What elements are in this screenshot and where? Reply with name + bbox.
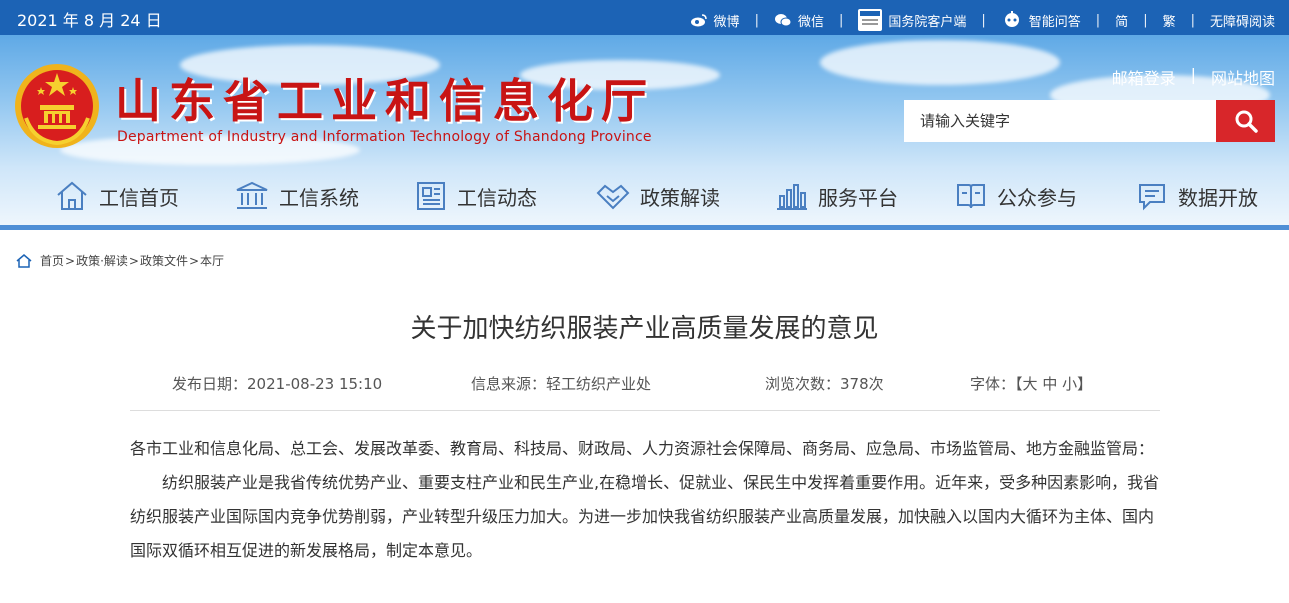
robot-icon [1004, 11, 1019, 27]
search-input[interactable] [904, 100, 1216, 142]
site-banner: 山东省工业和信息化厅 Department of Industry and In… [0, 35, 1289, 225]
top-links: 微博 | 微信 | 国务院客户端 | 智能问答 | 简 | 繁 | 无障碍阅读 [690, 9, 1275, 31]
nav-item-home[interactable]: 工信首页 [55, 175, 179, 217]
wechat-link[interactable]: 微信 [774, 11, 824, 30]
font-size-large[interactable]: 大 [1023, 375, 1038, 393]
state-council-app-icon [858, 9, 883, 31]
handshake-icon [596, 184, 630, 210]
search-box [904, 100, 1275, 142]
smart-qa-link[interactable]: 智能问答 [1001, 11, 1081, 30]
nav-item-service[interactable]: 服务平台 [776, 175, 898, 217]
nav-item-label: 服务平台 [818, 185, 898, 210]
nav-item-open-data[interactable]: 数据开放 [1136, 175, 1258, 217]
weibo-link[interactable]: 微博 [690, 11, 740, 30]
breadcrumb-policy[interactable]: 政策·解读 [76, 252, 128, 269]
font-size-medium[interactable]: 中 [1042, 375, 1057, 393]
view-count-label: 浏览次数： [765, 375, 841, 393]
nav-item-label: 公众参与 [997, 185, 1077, 210]
book-icon [957, 184, 985, 209]
separator: | [1095, 12, 1101, 28]
font-size-bracket: 【 [1015, 375, 1023, 393]
message-icon [1139, 184, 1165, 211]
font-size-label: 字体： [970, 375, 1016, 393]
site-subtitle: Department of Industry and Information T… [117, 129, 652, 145]
view-count: 浏览次数：378次 [765, 373, 884, 394]
news-icon [417, 182, 445, 210]
view-count-value: 378次 [840, 375, 884, 393]
font-size-control: 字体：【大 中 小】 [970, 373, 1092, 394]
article-paragraph: 纺织服装产业是我省传统优势产业、重要支柱产业和民生产业,在稳增长、促就业、保民生… [130, 473, 1160, 560]
font-size-bracket: 】 [1077, 375, 1093, 393]
nav-item-policy[interactable]: 政策解读 [596, 175, 720, 217]
main-nav: 工信首页 工信系统 工信动态 政策解读 服务平台 公众参与 数据开放 [0, 175, 1289, 217]
article-title: 关于加快纺织服装产业高质量发展的意见 [410, 314, 879, 344]
publish-date-label: 发布日期： [172, 375, 248, 393]
info-source: 信息来源：轻工纺织产业处 [471, 373, 651, 394]
site-title: 山东省工业和信息化厅 [115, 74, 655, 128]
info-source-label: 信息来源： [471, 375, 547, 393]
state-council-client-link[interactable]: 国务院客户端 [858, 9, 966, 31]
font-size-small[interactable]: 小 [1062, 375, 1077, 393]
nav-item-news[interactable]: 工信动态 [415, 175, 537, 217]
weibo-icon [690, 14, 707, 27]
nav-item-label: 工信动态 [457, 185, 537, 210]
wechat-icon [774, 14, 792, 27]
home-icon [57, 181, 87, 210]
nav-item-label: 工信首页 [99, 185, 179, 210]
national-emblem-icon [15, 64, 99, 148]
mail-login-link[interactable]: 邮箱登录 [1112, 65, 1176, 89]
breadcrumb-policy-docs[interactable]: 政策文件 [140, 252, 188, 269]
separator: | [754, 12, 759, 28]
breadcrumb-home[interactable]: 首页 [40, 252, 64, 269]
bar-chart-icon [777, 184, 807, 210]
breadcrumb-department[interactable]: 本厅 [200, 252, 224, 269]
home-icon [16, 253, 32, 268]
breadcrumb-separator: > [188, 253, 200, 268]
search-icon [1235, 110, 1258, 133]
state-council-client-label: 国务院客户端 [888, 14, 967, 30]
separator: | [838, 12, 844, 28]
breadcrumb-separator: > [128, 253, 139, 268]
breadcrumb-separator: > [65, 253, 76, 268]
separator: | [1143, 12, 1148, 28]
publish-date: 发布日期：2021-08-23 15:10 [172, 373, 382, 394]
separator: | [1190, 12, 1195, 28]
institution-icon [236, 181, 268, 209]
simplified-chinese-link[interactable]: 简 [1115, 11, 1128, 30]
traditional-chinese-link[interactable]: 繁 [1163, 11, 1176, 30]
breadcrumb: 首页 > 政策·解读 > 政策文件 > 本厅 [16, 252, 224, 269]
nav-item-system[interactable]: 工信系统 [235, 175, 359, 217]
info-source-value: 轻工纺织产业处 [546, 375, 652, 393]
cloud-decoration [820, 40, 1060, 85]
nav-item-label: 数据开放 [1178, 185, 1258, 210]
article-paragraph: 各市工业和信息化局、总工会、发展改革委、教育局、科技局、财政局、人力资源社会保障… [130, 439, 1155, 458]
smart-qa-label: 智能问答 [1028, 14, 1081, 30]
account-links: 邮箱登录 | 网站地图 [1112, 65, 1275, 89]
separator: | [981, 12, 986, 28]
separator: | [1190, 65, 1196, 84]
article-body: 各市工业和信息化局、总工会、发展改革委、教育局、科技局、财政局、人力资源社会保障… [130, 432, 1160, 568]
weibo-label: 微博 [713, 14, 740, 30]
current-date: 2021 年 8 月 24 日 [17, 11, 162, 30]
publish-date-value: 2021-08-23 15:10 [247, 375, 383, 393]
nav-divider [0, 225, 1289, 230]
top-bar: 2021 年 8 月 24 日 微博 | 微信 | 国务院客户端 | 智能问答 … [0, 0, 1289, 35]
search-button[interactable] [1216, 100, 1275, 142]
sitemap-link[interactable]: 网站地图 [1211, 65, 1275, 89]
meta-divider [130, 410, 1160, 411]
wechat-label: 微信 [797, 14, 824, 30]
accessibility-link[interactable]: 无障碍阅读 [1210, 11, 1275, 30]
nav-item-label: 工信系统 [279, 185, 359, 210]
nav-item-label: 政策解读 [640, 185, 720, 210]
nav-item-participation[interactable]: 公众参与 [955, 175, 1077, 217]
